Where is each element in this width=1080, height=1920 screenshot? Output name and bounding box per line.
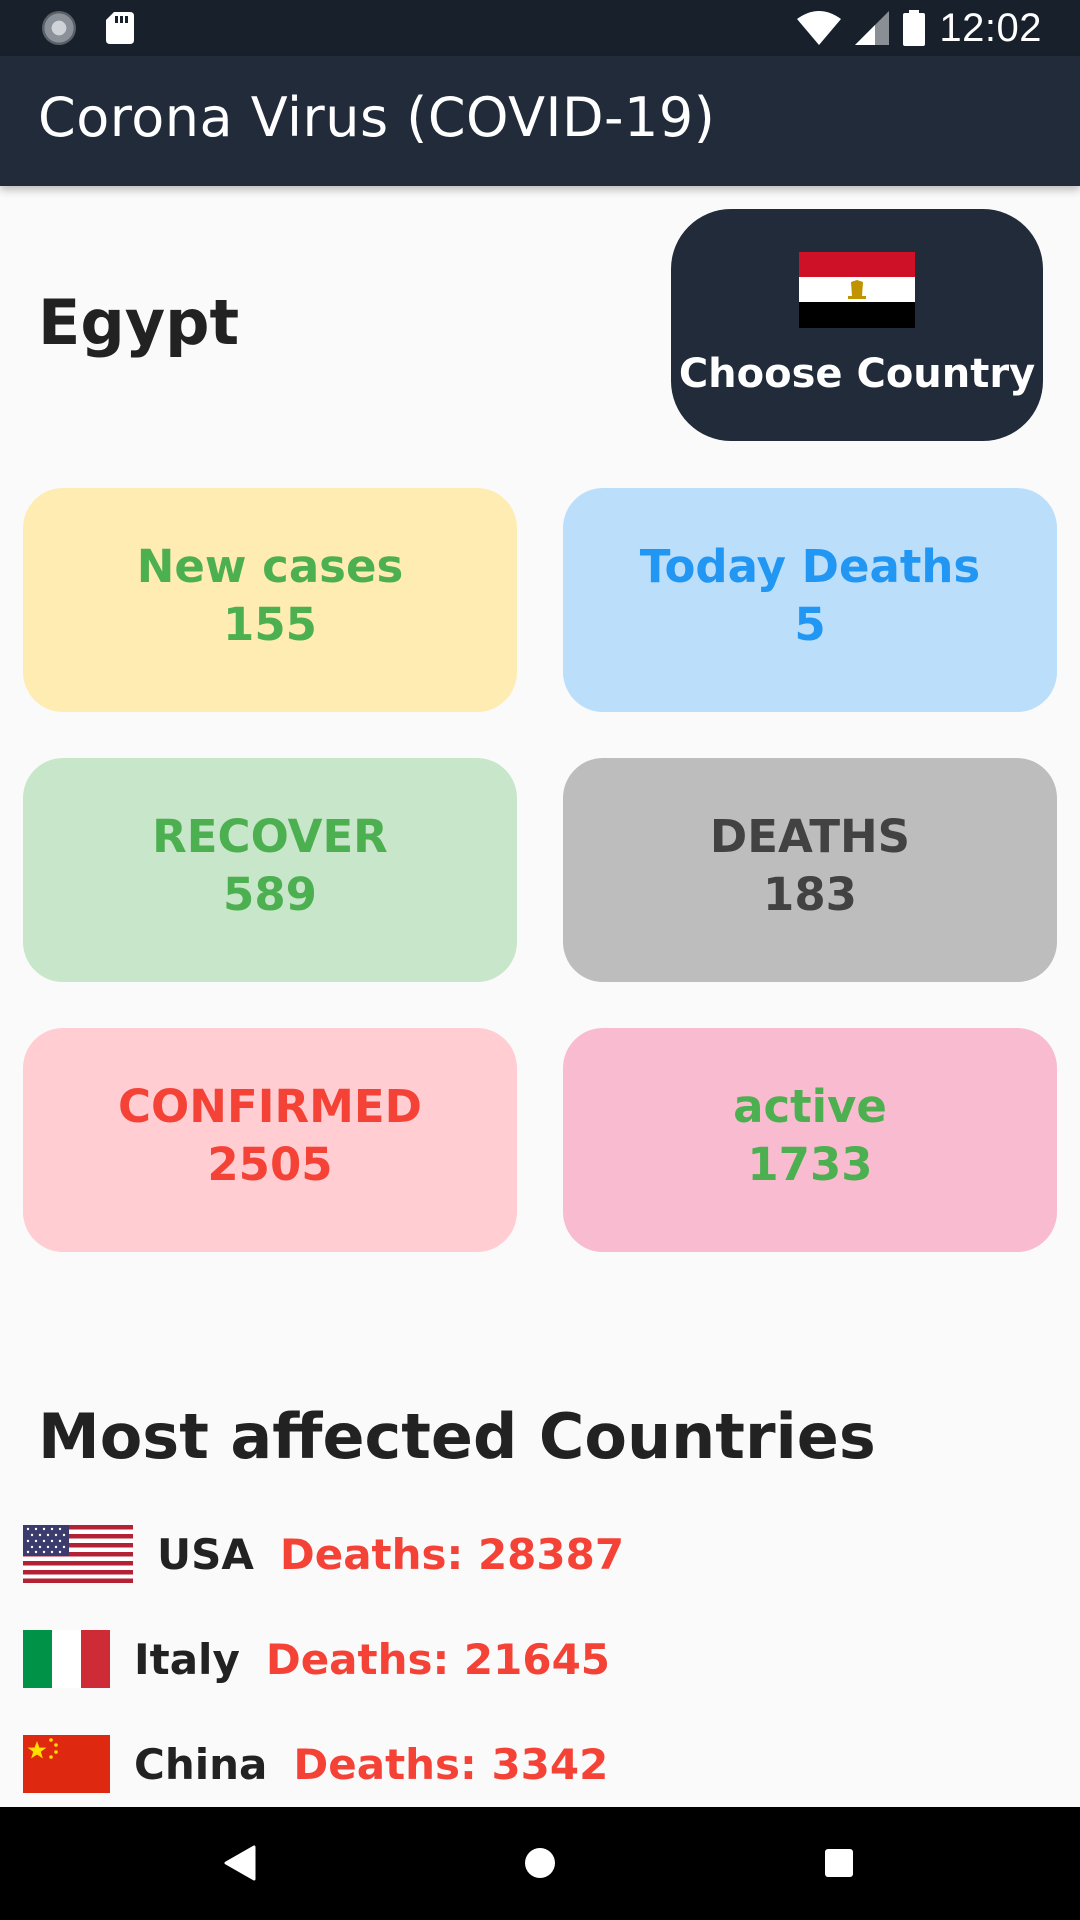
home-button[interactable]: [512, 1835, 568, 1891]
country-name: Italy: [134, 1634, 240, 1684]
confirmed-label: CONFIRMED: [118, 1080, 422, 1133]
deaths-value: 183: [763, 868, 857, 921]
recover-card: RECOVER 589: [23, 758, 517, 982]
new-cases-label: New cases: [136, 540, 404, 593]
most-affected-title: Most affected Countries: [38, 1400, 876, 1473]
china-flag-icon: [23, 1735, 110, 1793]
confirmed-value: 2505: [207, 1138, 333, 1191]
recents-icon: [825, 1849, 853, 1877]
app-bar: Corona Virus (COVID-19): [0, 56, 1080, 186]
app-title: Corona Virus (COVID-19): [38, 86, 716, 149]
recover-value: 589: [223, 868, 317, 921]
list-item[interactable]: China Deaths: 3342: [23, 1734, 608, 1794]
loading-icon: [42, 11, 76, 45]
active-card: active 1733: [563, 1028, 1057, 1252]
status-bar: 12:02: [0, 0, 1080, 56]
today-deaths-value: 5: [794, 598, 826, 651]
choose-country-button[interactable]: Choose Country: [671, 209, 1043, 441]
recover-label: RECOVER: [152, 810, 388, 863]
navigation-bar: [0, 1807, 1080, 1920]
today-deaths-label: Today Deaths: [639, 540, 981, 593]
country-deaths: Deaths: 3342: [293, 1739, 609, 1789]
status-time: 12:02: [939, 5, 1042, 50]
selected-country-name: Egypt: [38, 286, 240, 359]
country-deaths: Deaths: 28387: [279, 1529, 625, 1579]
today-deaths-card: Today Deaths 5: [563, 488, 1057, 712]
deaths-label: DEATHS: [709, 810, 911, 863]
deaths-card: DEATHS 183: [563, 758, 1057, 982]
usa-flag-icon: [23, 1525, 133, 1583]
list-item[interactable]: Italy Deaths: 21645: [23, 1629, 610, 1689]
screen: 12:02 Corona Virus (COVID-19) Egypt Choo…: [0, 0, 1080, 1920]
status-left-icons: [42, 10, 134, 46]
battery-icon: [903, 10, 926, 46]
italy-flag-icon: [23, 1630, 110, 1688]
country-deaths: Deaths: 21645: [265, 1634, 611, 1684]
active-value: 1733: [747, 1138, 873, 1191]
signal-icon: [855, 11, 890, 45]
active-label: active: [733, 1080, 887, 1133]
country-name: USA: [157, 1529, 254, 1579]
back-icon: [224, 1845, 256, 1881]
choose-country-label: Choose Country: [678, 351, 1036, 397]
new-cases-value: 155: [223, 598, 317, 651]
back-button[interactable]: [212, 1835, 268, 1891]
wifi-icon: [797, 11, 842, 45]
recents-button[interactable]: [811, 1835, 867, 1891]
sd-card-icon: [106, 12, 134, 44]
country-name: China: [134, 1739, 268, 1789]
egypt-flag-icon: [799, 252, 915, 328]
confirmed-card: CONFIRMED 2505: [23, 1028, 517, 1252]
list-item[interactable]: USA Deaths: 28387: [23, 1524, 624, 1584]
new-cases-card: New cases 155: [23, 488, 517, 712]
home-icon: [525, 1848, 555, 1878]
status-right-icons: 12:02: [797, 6, 1042, 50]
